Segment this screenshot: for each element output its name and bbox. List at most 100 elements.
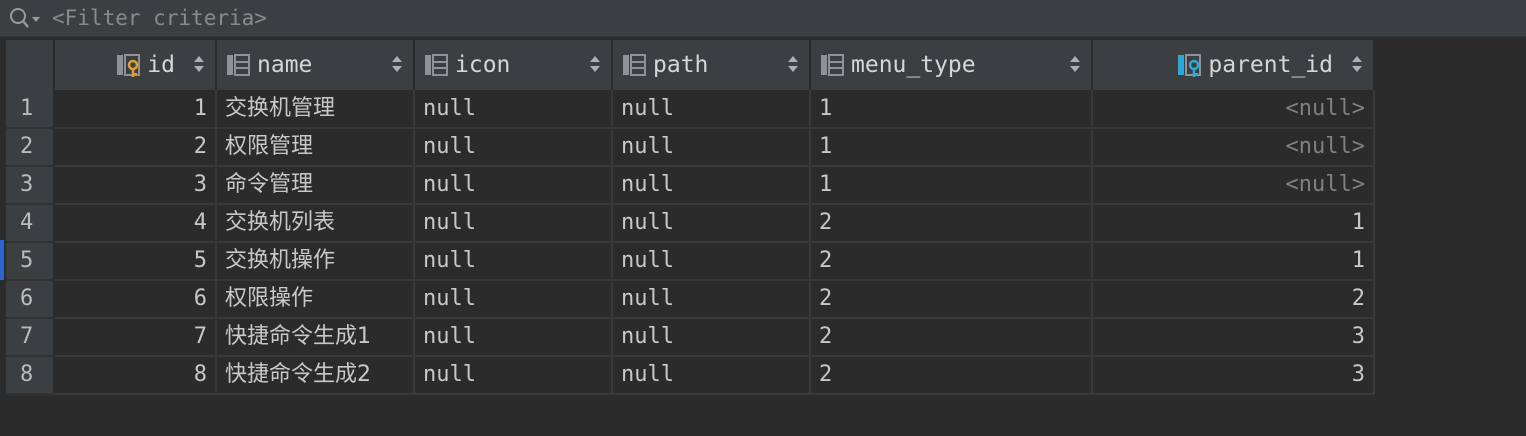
- cell-parent-id[interactable]: 1: [1092, 242, 1375, 281]
- cell-path[interactable]: null: [612, 128, 811, 167]
- cell-name[interactable]: 权限管理: [216, 128, 415, 167]
- cell-id[interactable]: 5: [54, 242, 217, 281]
- column-header-label: icon: [455, 52, 511, 78]
- cell-name[interactable]: 快捷命令生成2: [216, 356, 415, 395]
- search-filter-icon[interactable]: [8, 6, 42, 30]
- table-row[interactable]: 3 3 命令管理 null null 1 <null>: [6, 166, 1375, 205]
- cell-icon[interactable]: null: [414, 242, 613, 281]
- cell-id[interactable]: 4: [54, 204, 217, 243]
- sort-icon[interactable]: [589, 54, 601, 74]
- filter-bar: [0, 0, 1526, 37]
- column-header-content: id: [55, 40, 214, 90]
- cell-menu-type[interactable]: 2: [810, 318, 1093, 357]
- table-row[interactable]: 2 2 权限管理 null null 1 <null>: [6, 128, 1375, 167]
- column-icon: [227, 54, 250, 76]
- table-row[interactable]: 1 1 交换机管理 null null 1 <null>: [6, 90, 1375, 129]
- active-row-marker: [0, 240, 4, 280]
- header-row: id name icon path menu_type parent_id: [6, 40, 1375, 90]
- cell-path[interactable]: null: [612, 280, 811, 319]
- cell-id[interactable]: 3: [54, 166, 217, 205]
- primary-key-column-icon: [117, 54, 141, 77]
- cell-icon[interactable]: null: [414, 280, 613, 319]
- cell-id[interactable]: 8: [54, 356, 217, 395]
- cell-path[interactable]: null: [612, 166, 811, 205]
- row-number[interactable]: 7: [6, 318, 55, 357]
- table-row[interactable]: 7 7 快捷命令生成1 null null 2 3: [6, 318, 1375, 357]
- table-row[interactable]: 6 6 权限操作 null null 2 2: [6, 280, 1375, 319]
- table-row[interactable]: 5 5 交换机操作 null null 2 1: [6, 242, 1375, 281]
- cell-path[interactable]: null: [612, 204, 811, 243]
- result-table: id name icon path menu_type parent_id 1 1 交换机管理…: [6, 40, 1375, 395]
- cell-icon[interactable]: null: [414, 318, 613, 357]
- cell-path[interactable]: null: [612, 318, 811, 357]
- cell-path[interactable]: null: [612, 242, 811, 281]
- column-header-label: id: [147, 52, 175, 78]
- cell-icon[interactable]: null: [414, 90, 613, 129]
- cell-icon[interactable]: null: [414, 356, 613, 395]
- cell-id[interactable]: 6: [54, 280, 217, 319]
- row-number[interactable]: 6: [6, 280, 55, 319]
- column-header-content: name: [217, 40, 412, 90]
- cell-parent-id[interactable]: <null>: [1092, 90, 1375, 129]
- cell-menu-type[interactable]: 2: [810, 204, 1093, 243]
- cell-menu-type[interactable]: 1: [810, 128, 1093, 167]
- cell-name[interactable]: 快捷命令生成1: [216, 318, 415, 357]
- cell-parent-id[interactable]: 2: [1092, 280, 1375, 319]
- table-row[interactable]: 8 8 快捷命令生成2 null null 2 3: [6, 356, 1375, 395]
- column-header-parent-id[interactable]: parent_id: [1092, 40, 1375, 90]
- cell-menu-type[interactable]: 2: [810, 242, 1093, 281]
- sort-icon[interactable]: [1069, 54, 1081, 74]
- column-header-path[interactable]: path: [612, 40, 811, 90]
- column-header-content: path: [613, 40, 808, 90]
- cell-name[interactable]: 交换机列表: [216, 204, 415, 243]
- sort-icon[interactable]: [391, 54, 403, 74]
- column-header-content: menu_type: [811, 40, 1090, 90]
- cell-id[interactable]: 2: [54, 128, 217, 167]
- column-header-label: menu_type: [851, 52, 976, 78]
- column-icon: [425, 54, 448, 76]
- cell-parent-id[interactable]: <null>: [1092, 128, 1375, 167]
- cell-menu-type[interactable]: 1: [810, 166, 1093, 205]
- sort-icon[interactable]: [787, 54, 799, 74]
- column-header-menu-type[interactable]: menu_type: [810, 40, 1093, 90]
- row-number[interactable]: 2: [6, 128, 55, 167]
- column-header-content: icon: [415, 40, 610, 90]
- cell-path[interactable]: null: [612, 90, 811, 129]
- cell-name[interactable]: 交换机管理: [216, 90, 415, 129]
- column-header-label: name: [257, 52, 313, 78]
- cell-parent-id[interactable]: <null>: [1092, 166, 1375, 205]
- column-header-content: parent_id: [1093, 40, 1372, 90]
- column-header-label: parent_id: [1208, 52, 1333, 78]
- row-number-header: [6, 40, 55, 90]
- cell-icon[interactable]: null: [414, 166, 613, 205]
- sort-icon[interactable]: [193, 54, 205, 74]
- foreign-key-column-icon: [1178, 54, 1202, 77]
- cell-path[interactable]: null: [612, 356, 811, 395]
- cell-parent-id[interactable]: 1: [1092, 204, 1375, 243]
- cell-menu-type[interactable]: 2: [810, 356, 1093, 395]
- cell-name[interactable]: 命令管理: [216, 166, 415, 205]
- column-icon: [821, 54, 844, 76]
- cell-id[interactable]: 7: [54, 318, 217, 357]
- cell-parent-id[interactable]: 3: [1092, 356, 1375, 395]
- column-header-id[interactable]: id: [54, 40, 217, 90]
- row-number[interactable]: 1: [6, 90, 55, 129]
- cell-parent-id[interactable]: 3: [1092, 318, 1375, 357]
- cell-icon[interactable]: null: [414, 204, 613, 243]
- row-number[interactable]: 4: [6, 204, 55, 243]
- sort-icon[interactable]: [1351, 54, 1363, 74]
- table-row[interactable]: 4 4 交换机列表 null null 2 1: [6, 204, 1375, 243]
- column-header-icon[interactable]: icon: [414, 40, 613, 90]
- cell-icon[interactable]: null: [414, 128, 613, 167]
- cell-menu-type[interactable]: 2: [810, 280, 1093, 319]
- column-header-label: path: [653, 52, 709, 78]
- filter-criteria-input[interactable]: [52, 3, 1512, 33]
- cell-menu-type[interactable]: 1: [810, 90, 1093, 129]
- column-header-name[interactable]: name: [216, 40, 415, 90]
- cell-name[interactable]: 权限操作: [216, 280, 415, 319]
- cell-name[interactable]: 交换机操作: [216, 242, 415, 281]
- cell-id[interactable]: 1: [54, 90, 217, 129]
- row-number[interactable]: 8: [6, 356, 55, 395]
- row-number[interactable]: 3: [6, 166, 55, 205]
- row-number[interactable]: 5: [6, 242, 55, 281]
